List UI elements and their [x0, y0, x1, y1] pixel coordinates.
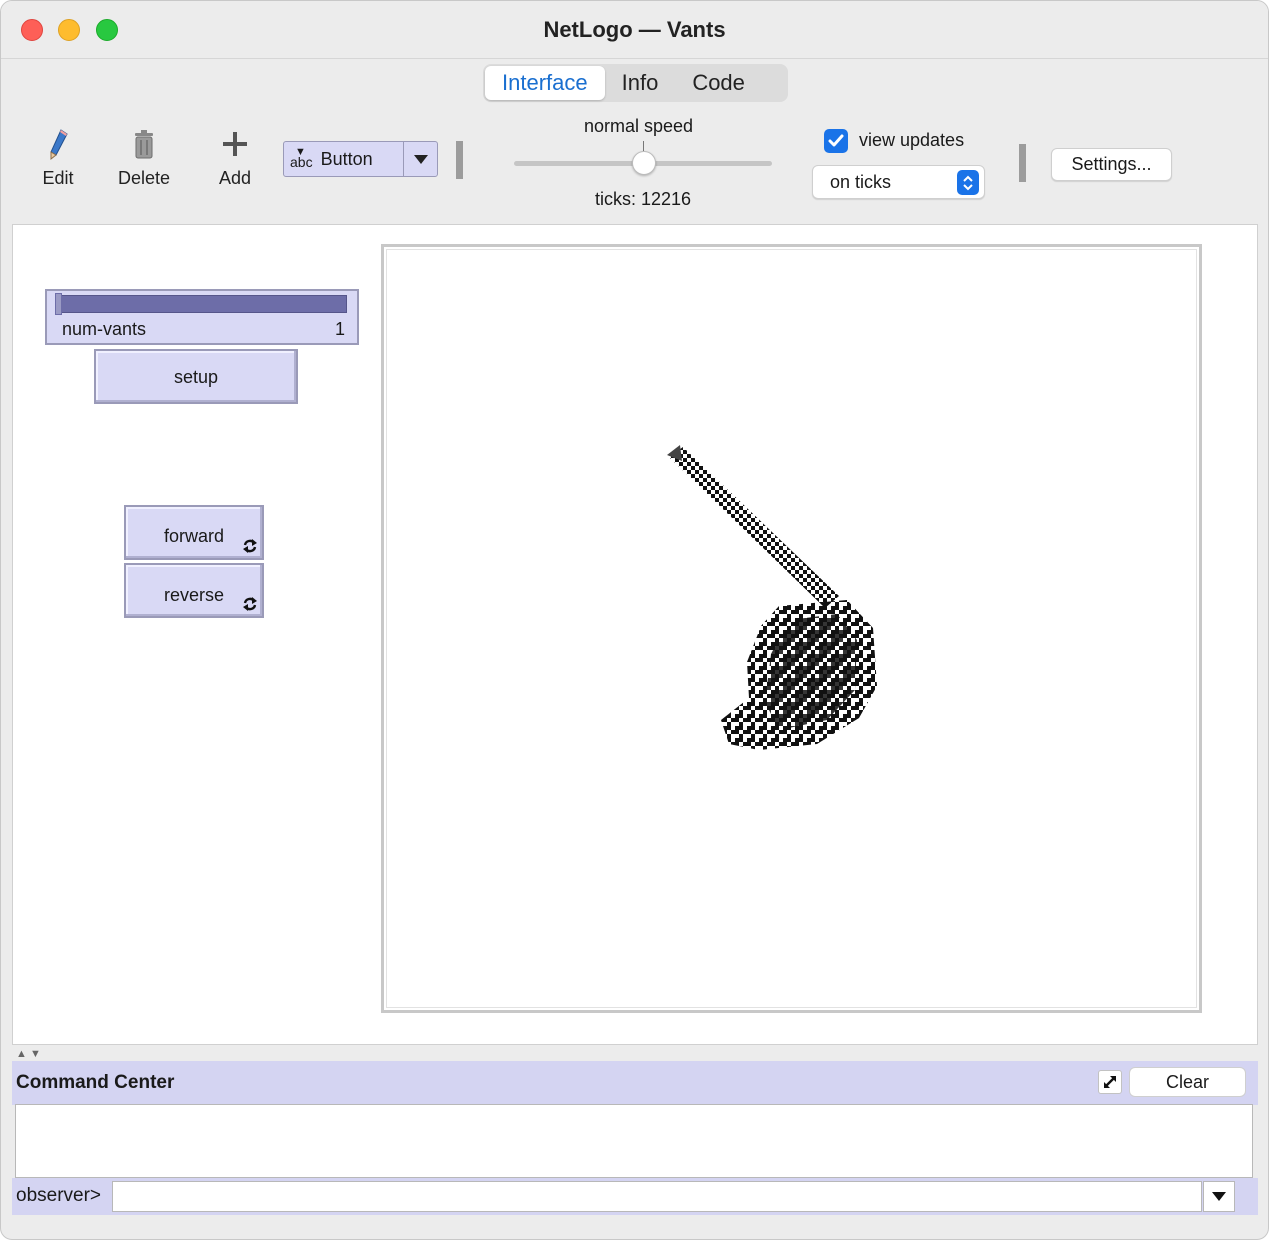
view-updates-label: view updates: [859, 130, 965, 150]
ticks-counter: ticks: 12216: [595, 189, 692, 209]
command-center-title: Command Center: [16, 1072, 175, 1093]
update-mode-select[interactable]: on ticks: [812, 165, 985, 199]
netlogo-window: NetLogo — Vants Interface Info Code Edit…: [0, 0, 1269, 1240]
edit-label: Edit: [42, 168, 74, 188]
splitter-arrows-icon[interactable]: ▲ ▼: [16, 1048, 41, 1060]
settings-button[interactable]: Settings...: [1051, 148, 1172, 181]
up-down-chevron-icon: [957, 170, 979, 195]
num-vants-label: num-vants: [62, 319, 147, 339]
trash-icon: [135, 130, 153, 159]
vant-trail-pattern: [667, 445, 877, 750]
clear-button[interactable]: Clear: [1129, 1067, 1246, 1097]
pencil-icon: [50, 129, 68, 161]
forward-button[interactable]: forward: [124, 505, 264, 560]
update-mode-value: on ticks: [830, 172, 892, 192]
view-updates-checkbox[interactable]: [824, 129, 848, 153]
forever-icon: [243, 539, 257, 553]
speed-label: normal speed: [584, 116, 694, 136]
forward-label: forward: [163, 526, 225, 546]
delete-button[interactable]: Delete: [115, 128, 173, 189]
command-center-header: Command Center Clear: [12, 1061, 1258, 1105]
tab-interface[interactable]: Interface: [485, 66, 605, 100]
history-chevron-down-icon[interactable]: [1203, 1181, 1235, 1212]
command-center-input-row: observer>: [12, 1178, 1258, 1215]
command-center-output: [15, 1104, 1253, 1178]
toolbar-separator-2: [1019, 144, 1026, 182]
num-vants-slider-knob[interactable]: [55, 293, 62, 315]
widget-type-value: Button: [320, 148, 373, 169]
delete-label: Delete: [117, 168, 171, 188]
button-widget-icon: ▼ abc: [290, 146, 313, 170]
chevron-down-icon: [403, 142, 437, 176]
window-title: NetLogo — Vants: [543, 17, 726, 42]
edit-button[interactable]: Edit: [38, 128, 78, 189]
num-vants-slider-track[interactable]: [55, 295, 347, 313]
world-view-inner: [386, 249, 1197, 1008]
setup-button[interactable]: setup: [94, 349, 298, 404]
command-input[interactable]: [112, 1181, 1202, 1212]
setup-label: setup: [173, 367, 219, 387]
toolbar-separator: [456, 141, 463, 179]
speed-slider-tick: [643, 141, 644, 151]
widget-type-select[interactable]: ▼ abc Button: [283, 141, 438, 177]
reverse-button[interactable]: reverse: [124, 563, 264, 618]
reverse-label: reverse: [163, 585, 225, 605]
speed-slider-knob[interactable]: [632, 151, 656, 175]
tab-bar: Interface Info Code: [483, 64, 788, 102]
num-vants-slider[interactable]: num-vants 1: [45, 289, 359, 345]
title-bar: NetLogo — Vants: [1, 1, 1268, 59]
forever-icon: [243, 597, 257, 611]
plus-icon: [223, 132, 247, 156]
expand-icon[interactable]: [1098, 1070, 1122, 1094]
add-label: Add: [218, 168, 252, 188]
world-view[interactable]: [381, 244, 1202, 1013]
add-button[interactable]: Add: [215, 128, 255, 189]
tab-info[interactable]: Info: [605, 66, 676, 100]
num-vants-value: 1: [334, 319, 345, 339]
checkmark-icon: [828, 134, 844, 147]
observer-prompt: observer>: [16, 1185, 102, 1206]
tab-code[interactable]: Code: [675, 66, 762, 100]
